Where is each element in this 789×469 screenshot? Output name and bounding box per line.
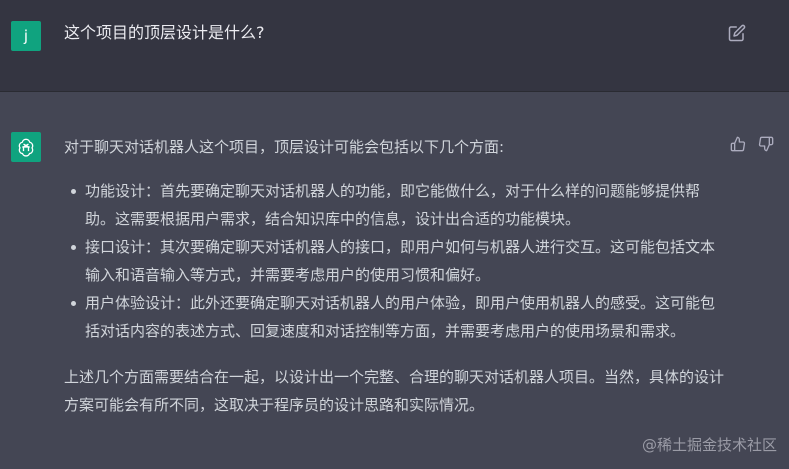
thumbs-up-icon[interactable] (730, 136, 746, 152)
list-item: 功能设计：首先要确定聊天对话机器人的功能，即它能做什么，对于什么样的问题能够提供… (71, 177, 724, 233)
user-avatar: j (11, 21, 41, 51)
user-message-text: 这个项目的顶层设计是什么? (64, 23, 265, 42)
thumbs-down-icon[interactable] (758, 136, 774, 152)
list-item: 用户体验设计：此外还要确定聊天对话机器人的用户体验，即用户使用机器人的感受。这可… (71, 289, 724, 345)
watermark: @稀土掘金技术社区 (641, 436, 777, 454)
assistant-message-row: 对于聊天对话机器人这个项目，顶层设计可能会包括以下几个方面: 功能设计：首先要确… (0, 92, 789, 469)
answer-intro: 对于聊天对话机器人这个项目，顶层设计可能会包括以下几个方面: (64, 138, 505, 156)
user-message-row: j 这个项目的顶层设计是什么? (0, 0, 789, 92)
answer-list: 功能设计：首先要确定聊天对话机器人的功能，即它能做什么，对于什么样的问题能够提供… (64, 177, 724, 345)
assistant-avatar-logo-icon (11, 132, 41, 162)
assistant-answer: 对于聊天对话机器人这个项目，顶层设计可能会包括以下几个方面: 功能设计：首先要确… (64, 133, 724, 419)
answer-conclusion: 上述几个方面需要结合在一起，以设计出一个完整、合理的聊天对话机器人项目。当然，具… (64, 368, 725, 414)
edit-icon[interactable] (728, 24, 746, 42)
list-item: 接口设计：其次要确定聊天对话机器人的接口，即用户如何与机器人进行交互。这可能包括… (71, 233, 724, 289)
